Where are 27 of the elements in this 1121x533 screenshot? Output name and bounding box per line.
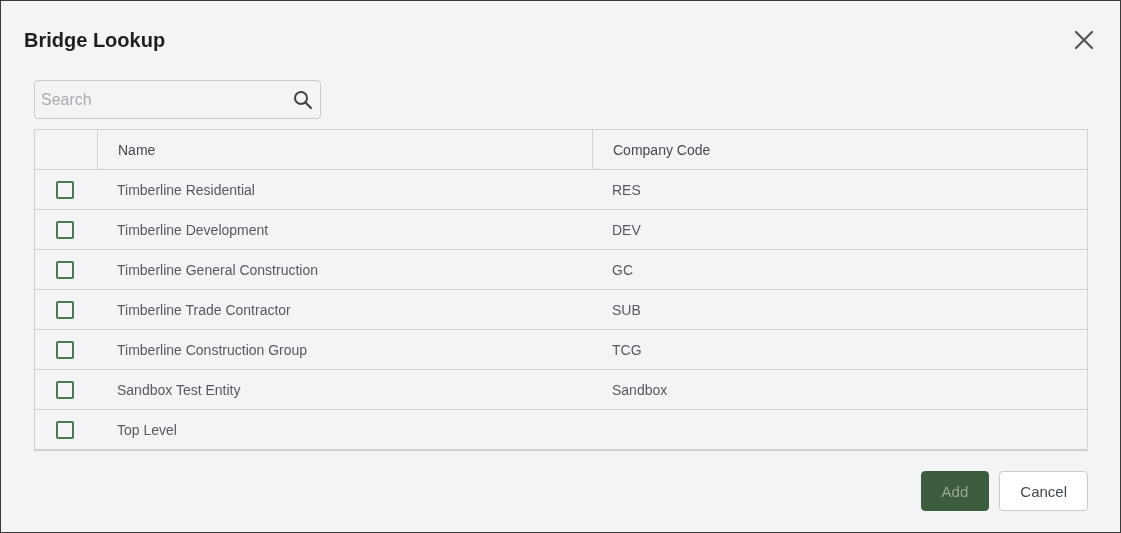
table-cell-text: Timberline Residential: [116, 181, 256, 198]
checkbox[interactable]: [56, 420, 74, 439]
table-cell-text: Sandbox Test Entity: [116, 381, 242, 398]
column-header: Company Code: [613, 141, 711, 158]
table-cell-text: GC: [611, 261, 634, 278]
table-cell-text: DEV: [611, 221, 642, 238]
checkbox[interactable]: [56, 180, 74, 199]
checkbox[interactable]: [56, 260, 74, 279]
table-cell-text: RES: [611, 181, 642, 198]
checkbox[interactable]: [56, 220, 74, 239]
search-field[interactable]: Search: [34, 80, 321, 119]
table-cell-text: Timberline Trade Contractor: [116, 301, 292, 318]
close-icon[interactable]: [1072, 28, 1096, 52]
checkbox[interactable]: [56, 340, 74, 359]
search-icon: [293, 90, 313, 110]
checkbox[interactable]: [56, 380, 74, 399]
table-cell-text: Timberline Development: [116, 221, 270, 238]
dialog-title: Bridge Lookup: [24, 28, 166, 52]
cancel-button[interactable]: Cancel: [999, 471, 1088, 511]
checkbox[interactable]: [56, 300, 74, 319]
column-header: Name: [118, 141, 156, 158]
table-cell-text: TCG: [611, 341, 643, 358]
table-cell-text: Timberline General Construction: [116, 261, 319, 278]
table-cell-text: Timberline Construction Group: [116, 341, 309, 358]
table-cell-text: SUB: [611, 301, 642, 318]
table-cell-text: Sandbox: [611, 381, 669, 398]
table-cell-text: Top Level: [116, 421, 178, 438]
